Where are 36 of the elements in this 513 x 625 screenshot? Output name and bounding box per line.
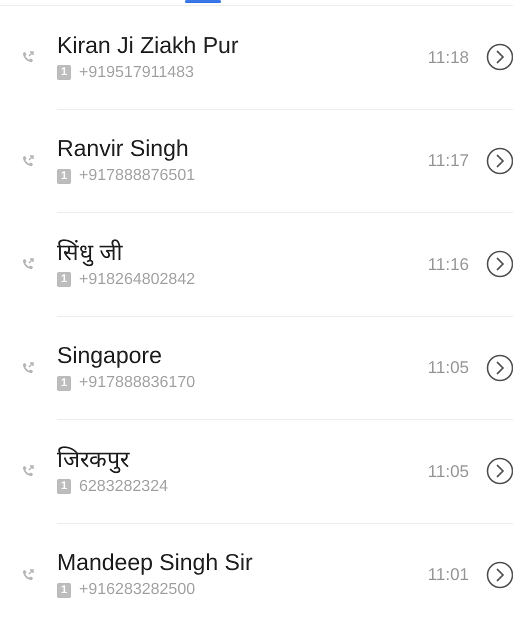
call-time: 11:05 [428, 357, 469, 379]
details-chevron-icon[interactable] [486, 146, 513, 175]
call-time: 11:17 [428, 150, 469, 172]
contact-name: Ranvir Singh [57, 134, 190, 164]
call-time: 11:16 [428, 254, 469, 276]
details-chevron-icon[interactable] [486, 250, 513, 278]
phone-number: 6283282324 [79, 476, 168, 497]
sim-badge: 1 [57, 65, 71, 80]
contact-name: Kiran Ji Ziakh Pur [57, 30, 240, 60]
sim-badge: 1 [57, 582, 71, 598]
phone-number: +917888836170 [79, 373, 196, 394]
details-chevron-icon[interactable] [486, 354, 513, 382]
outgoing-call-icon [21, 360, 35, 375]
outgoing-call-icon [21, 154, 35, 168]
contact-name: Mandeep Singh Sir [57, 548, 254, 578]
sim-badge: 1 [57, 168, 71, 184]
phone-number: +916283282500 [79, 580, 196, 600]
phone-number: +919517911483 [79, 62, 194, 83]
phone-number: +918264802842 [79, 270, 196, 290]
sim-badge: 1 [57, 272, 71, 288]
contact-name: जिरकपुर [57, 444, 131, 474]
contact-name: Singapore [57, 341, 163, 370]
call-time: 11:18 [428, 46, 469, 68]
details-chevron-icon[interactable] [486, 43, 513, 72]
details-chevron-icon[interactable] [486, 560, 513, 589]
call-time: 11:01 [428, 564, 469, 586]
call-time: 11:05 [428, 460, 469, 482]
phone-number: +917888876501 [79, 166, 196, 186]
details-chevron-icon[interactable] [486, 457, 513, 486]
outgoing-call-icon [21, 50, 35, 64]
sim-badge: 1 [57, 376, 71, 391]
outgoing-call-icon [21, 257, 35, 272]
contact-name: सिंधु जी [57, 238, 124, 267]
sim-badge: 1 [57, 479, 71, 494]
outgoing-call-icon [21, 568, 35, 582]
outgoing-call-icon [21, 464, 35, 478]
